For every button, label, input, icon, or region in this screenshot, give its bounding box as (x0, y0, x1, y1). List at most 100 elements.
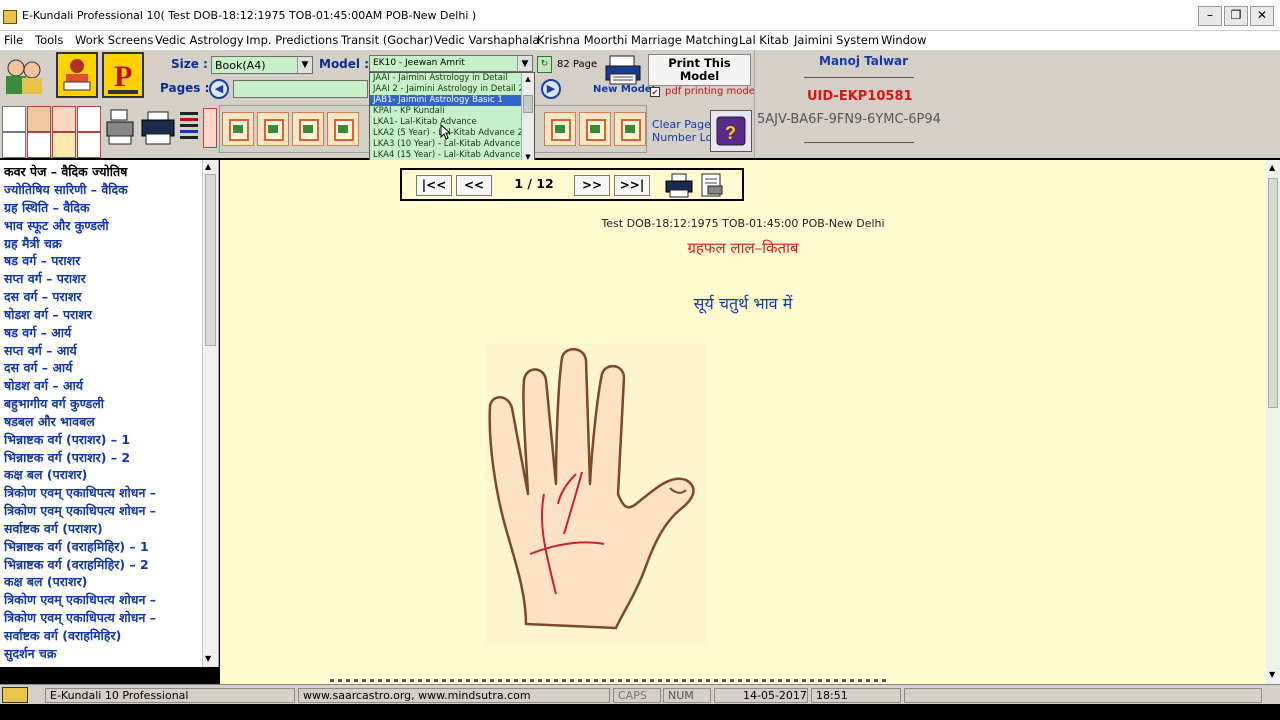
model-option[interactable]: LKA2 (5 Year) - Lal-Kitab Advance 2 (370, 128, 534, 139)
sidebar-item[interactable]: भिन्नाष्टक वर्ग (वराहमिहिर) – 1 (4, 538, 149, 555)
sidebar-item[interactable]: षोडश वर्ग – पराशर (4, 306, 92, 323)
menu-tools[interactable]: Tools (35, 33, 63, 47)
sidebar-item[interactable]: भाव स्फूट और कुण्डली (4, 217, 109, 234)
chart-icon[interactable] (77, 132, 101, 158)
sidebar-item[interactable]: कक्ष बल (पराशर) (4, 573, 87, 590)
menu-window[interactable]: Window (881, 33, 926, 47)
users-icon[interactable] (2, 52, 48, 100)
sidebar-item[interactable]: भिन्नाष्टक वर्ग (वराहमिहिर) – 2 (4, 556, 149, 573)
menu-work-screens[interactable]: Work Screens (75, 33, 153, 47)
figure-icon[interactable] (52, 106, 76, 132)
model-option-selected[interactable]: JAB1- Jaimini Astrology Basic 1 (370, 95, 534, 106)
model-select[interactable]: EK10 - Jeewan Amrit ▼ (369, 55, 533, 72)
last-page-button[interactable]: >>| (614, 175, 650, 196)
menu-imp-predictions[interactable]: Imp. Predictions (246, 33, 338, 47)
pdf-mode-checkbox[interactable]: ✔ (650, 87, 660, 97)
page-icon-3[interactable] (292, 112, 324, 146)
sidebar-item[interactable]: त्रिकोण एवम् एकाधिपत्य शोधन – (4, 591, 156, 608)
grid-icon[interactable] (27, 132, 51, 158)
sidebar-item[interactable]: सप्त वर्ग – आर्य (4, 342, 77, 359)
menu-vedic-varshaphala[interactable]: Vedic Varshaphala (434, 33, 539, 47)
sidebar-item[interactable]: षड वर्ग – पराशर (4, 252, 80, 269)
dropdown-scrollbar[interactable]: ▲ ▼ (521, 73, 534, 163)
sidebar-item[interactable]: दस वर्ग – पराशर (4, 288, 81, 305)
pages-input[interactable] (233, 80, 368, 98)
page-icon-7[interactable] (614, 112, 646, 146)
scroll-up-icon[interactable]: ▲ (205, 162, 211, 171)
menu-vedic-astrology[interactable]: Vedic Astrology (155, 33, 244, 47)
menu-lal-kitab[interactable]: Lal Kitab (739, 33, 789, 47)
model-option[interactable]: LKA1- Lal-Kitab Advance (370, 117, 534, 128)
prev-page-icon[interactable]: ◀ (209, 79, 229, 99)
model-option[interactable]: KPAI - KP Kundali (370, 106, 534, 117)
sidebar-item[interactable]: सर्वाष्टक वर्ग (वराहमिहिर) (4, 627, 121, 644)
person-icon[interactable] (2, 106, 26, 132)
scroll-thumb[interactable] (1268, 178, 1278, 408)
page-icon-1[interactable] (222, 112, 254, 146)
menu-krishna-moorthi[interactable]: Krishna Moorthi (537, 33, 627, 47)
scroll-up-icon[interactable]: ▲ (1269, 163, 1275, 172)
sidebar-item[interactable]: सुदर्शन चक्र (4, 645, 56, 662)
reader-icon[interactable] (56, 52, 98, 98)
sidebar-item[interactable]: षडबल और भावबल (4, 413, 95, 430)
heart-icon[interactable] (77, 106, 101, 132)
list-lines-icon[interactable] (178, 108, 200, 148)
prev-page-button[interactable]: << (456, 175, 492, 196)
print-p-icon[interactable]: P (102, 52, 144, 98)
sidebar-item[interactable]: त्रिकोण एवम् एकाधिपत्य शोधन – (4, 502, 156, 519)
scroll-down-icon[interactable]: ▼ (1269, 670, 1275, 679)
sidebar-item[interactable]: त्रिकोण एवम् एकाधिपत्य शोधन – (4, 484, 156, 501)
sidebar-item[interactable]: भिन्नाष्टक वर्ग (पराशर) – 2 (4, 449, 130, 466)
menu-jaimini-system[interactable]: Jaimini System (794, 33, 879, 47)
app-icon[interactable] (3, 10, 17, 24)
sidebar-item[interactable]: त्रिकोण एवम् एकाधिपत्य शोधन – (4, 609, 156, 626)
minimize-button[interactable]: – (1198, 6, 1222, 26)
page-icon-6[interactable] (579, 112, 611, 146)
print-preview-icon[interactable] (698, 173, 726, 198)
sidebar-item[interactable]: ज्योतिषिय सारिणी – वैदिक (4, 181, 128, 198)
content-scrollbar[interactable]: ▲ ▼ (1266, 160, 1280, 684)
scroll-thumb[interactable] (205, 174, 216, 346)
hand-icon[interactable] (52, 132, 76, 158)
strip-icon[interactable] (203, 108, 217, 148)
print-model-button[interactable]: Print This Model (648, 54, 751, 86)
desk-printer-icon[interactable] (105, 108, 135, 148)
sidebar-item[interactable]: बहुभागीय वर्ग कुण्डली (4, 395, 104, 412)
sidebar-item[interactable]: षोडश वर्ग – आर्य (4, 377, 83, 394)
help-book-icon[interactable]: ? (710, 110, 752, 152)
sidebar-scrollbar[interactable]: ▲ ▼ (202, 160, 218, 667)
model-option[interactable]: JAAI 2 - Jaimini Astrology in Detail 2 (370, 84, 534, 95)
restore-button[interactable]: ❐ (1224, 6, 1248, 26)
model-option[interactable]: JAAI - Jaimini Astrology in Detail (370, 73, 534, 84)
menu-transit[interactable]: Transit (Gochar) (341, 33, 433, 47)
model-dropdown-list[interactable]: JAAI - Jaimini Astrology in Detail JAAI … (369, 72, 535, 164)
clear-page-link[interactable]: Clear Page (652, 118, 711, 131)
model-option[interactable]: LKA3 (10 Year) - Lal-Kitab Advance 3 (370, 139, 534, 150)
list-icon[interactable] (2, 132, 26, 158)
sidebar-item[interactable]: कक्ष बल (पराशर) (4, 466, 87, 483)
refresh-icon[interactable]: ↻ (537, 56, 552, 73)
menu-file[interactable]: File (4, 33, 23, 47)
model-printer-icon[interactable] (604, 54, 644, 86)
sidebar-item[interactable]: ग्रह स्थिति – वैदिक (4, 199, 90, 216)
sidebar-item[interactable]: सप्त वर्ग – पराशर (4, 270, 86, 287)
first-page-button[interactable]: |<< (416, 175, 452, 196)
sidebar-item[interactable]: षड वर्ग – आर्य (4, 324, 71, 341)
menu-marriage-matching[interactable]: Marriage Matching (631, 33, 738, 47)
next-page-icon[interactable]: ▶ (541, 79, 561, 99)
scroll-up-icon[interactable]: ▲ (523, 75, 533, 83)
sidebar-item[interactable]: दस वर्ग – आर्य (4, 359, 72, 376)
sidebar-item[interactable]: ग्रह मैत्री चक्र (4, 235, 62, 252)
page-icon-2[interactable] (257, 112, 289, 146)
cake-icon[interactable] (27, 106, 51, 132)
print-icon[interactable] (664, 173, 694, 198)
printer-icon[interactable] (140, 108, 176, 148)
page-icon-5[interactable] (544, 112, 576, 146)
size-select[interactable]: Book(A4) ▼ (211, 56, 313, 74)
sidebar-item[interactable]: भिन्नाष्टक वर्ग (पराशर) – 1 (4, 431, 130, 448)
scroll-down-icon[interactable]: ▼ (205, 654, 211, 663)
next-page-button[interactable]: >> (574, 175, 610, 196)
sidebar-item[interactable]: सर्वाष्टक वर्ग (पराशर) (4, 520, 103, 537)
new-model-link[interactable]: New Model (593, 84, 655, 95)
page-icon-4[interactable] (327, 112, 359, 146)
